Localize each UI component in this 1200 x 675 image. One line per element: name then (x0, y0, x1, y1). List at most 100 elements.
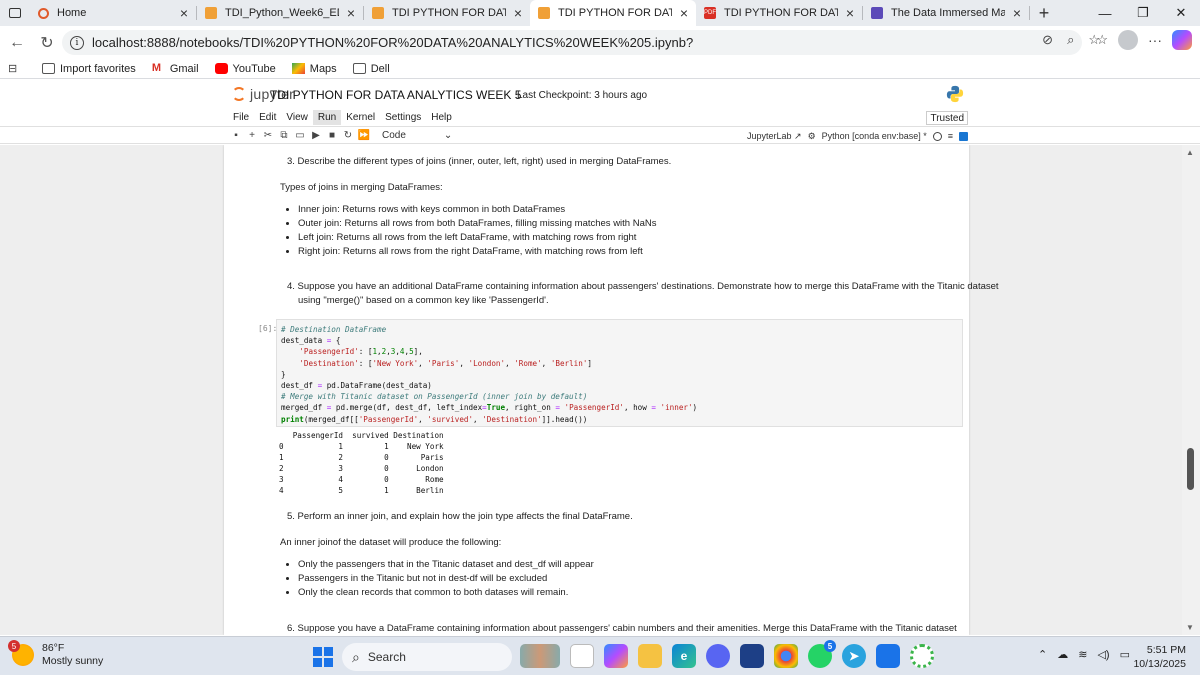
browser-tab-home[interactable]: Home × (30, 0, 196, 26)
notebook-favicon-icon (372, 7, 384, 19)
browser-tab-data-immersed[interactable]: The Data Immersed Main Su × (863, 0, 1029, 26)
temperature: 86°F (42, 642, 65, 654)
volume-icon[interactable]: ◁) (1097, 648, 1109, 661)
code-cell-editor[interactable]: # Destination DataFrame dest_data = { 'P… (276, 319, 963, 427)
scrollbar-thumb[interactable] (1187, 448, 1194, 490)
markdown-q6: 6. Suppose you have a DataFrame containi… (287, 623, 957, 634)
favorite-gmail[interactable]: M Gmail (152, 63, 199, 75)
save-icon[interactable]: ▪ (228, 130, 244, 141)
store-icon[interactable] (740, 644, 764, 668)
browser-tab-week5-pdf[interactable]: PDF TDI PYTHON FOR DATA ANA × (696, 0, 862, 26)
chrome-icon[interactable] (774, 644, 798, 668)
inner-join-list: Only the passengers that in the Titanic … (281, 558, 594, 600)
windows-taskbar: 5 86°F Mostly sunny ⌕ Search e 5 ➤ ⌃ ☁ ≋… (0, 636, 1200, 675)
jupyterlab-link[interactable]: JupyterLab ↗ (747, 131, 802, 142)
close-tab-icon[interactable]: × (347, 5, 355, 21)
menu-settings[interactable]: Settings (380, 110, 426, 125)
menu-edit[interactable]: Edit (254, 110, 281, 125)
tracking-icon[interactable]: ⊘ (1042, 32, 1053, 48)
start-button[interactable] (313, 647, 333, 667)
favorite-maps[interactable]: Maps (291, 63, 337, 75)
form-favicon-icon (871, 7, 883, 19)
clock[interactable]: 5:51 PM 10/13/2025 (1133, 643, 1186, 671)
run-icon[interactable]: ▶ (308, 130, 324, 141)
sidebar-toggle-icon[interactable]: ⊟ (8, 62, 22, 75)
twitter-icon[interactable] (876, 644, 900, 668)
edge-icon[interactable]: e (672, 644, 696, 668)
cut-icon[interactable]: ✂ (260, 130, 276, 141)
kernel-name[interactable]: Python [conda env:base] * (822, 131, 927, 141)
close-tab-icon[interactable]: × (1013, 5, 1021, 21)
scroll-down-icon[interactable]: ▼ (1186, 623, 1194, 632)
property-inspector-icon[interactable] (959, 131, 968, 141)
file-explorer-icon[interactable] (638, 644, 662, 668)
browser-right-controls: ☆ ··· (1096, 30, 1192, 50)
add-cell-icon[interactable]: + (244, 130, 260, 141)
bug-icon[interactable]: ⚙ (808, 131, 816, 142)
loading-app-icon[interactable] (910, 644, 934, 668)
refresh-button[interactable]: ↻ (32, 28, 62, 58)
notebook-title[interactable]: TDI PYTHON FOR DATA ANALYTICS WEEK 5 (270, 88, 521, 102)
system-tray: ⌃ ☁ ≋ ◁) ▭ (1038, 648, 1130, 661)
menu-file[interactable]: File (228, 110, 254, 125)
copy-icon[interactable]: ⧉ (276, 130, 292, 141)
close-tab-icon[interactable]: × (846, 5, 854, 21)
copilot-icon[interactable] (1172, 30, 1192, 50)
list-icon[interactable]: ≡ (948, 131, 953, 141)
favorites-icon[interactable]: ☆ (1096, 32, 1108, 48)
markdown-joins-heading: Types of joins in merging DataFrames: (280, 182, 443, 193)
browser-tab-week5-a[interactable]: TDI PYTHON FOR DATA ANA × (364, 0, 530, 26)
copilot-app-icon[interactable] (604, 644, 628, 668)
menu-view[interactable]: View (281, 110, 313, 125)
close-window-button[interactable]: ✕ (1162, 0, 1200, 26)
scroll-up-icon[interactable]: ▲ (1186, 148, 1194, 157)
stop-icon[interactable]: ■ (324, 130, 340, 141)
trusted-indicator[interactable]: Trusted (926, 111, 968, 125)
cloud-icon[interactable]: ☁ (1057, 648, 1068, 661)
telegram-icon[interactable]: ➤ (842, 644, 866, 668)
minimize-button[interactable]: — (1086, 0, 1124, 26)
discord-icon[interactable] (706, 644, 730, 668)
browser-tab-week5-active[interactable]: TDI PYTHON FOR DATA ANA × (530, 0, 696, 26)
wifi-icon[interactable]: ≋ (1078, 648, 1087, 661)
output-line: PassengerId survived Destination (279, 431, 444, 440)
chevron-up-icon[interactable]: ⌃ (1038, 648, 1047, 661)
paste-icon[interactable]: ▭ (292, 130, 308, 141)
menu-run[interactable]: Run (312, 109, 342, 125)
maps-icon (291, 63, 305, 74)
tab-actions-button[interactable] (0, 0, 30, 26)
cell-type-select[interactable]: Code ⌄ (382, 130, 452, 141)
profile-avatar[interactable] (1118, 30, 1138, 50)
restart-icon[interactable]: ↻ (340, 130, 356, 141)
whatsapp-icon[interactable]: 5 (808, 640, 836, 668)
list-item: Passengers in the Titanic but not in des… (298, 572, 594, 586)
close-tab-icon[interactable]: × (514, 5, 522, 21)
menu-kernel[interactable]: Kernel (341, 110, 380, 125)
widgets-icon[interactable] (520, 644, 560, 668)
vertical-scrollbar[interactable]: ▲ ▼ (1182, 145, 1200, 635)
favorite-youtube[interactable]: YouTube (214, 63, 276, 75)
close-tab-icon[interactable]: × (180, 5, 188, 21)
favorite-dell[interactable]: Dell (352, 63, 390, 75)
fast-forward-icon[interactable]: ⏩ (356, 130, 372, 141)
more-menu-icon[interactable]: ··· (1148, 32, 1162, 48)
address-bar[interactable]: i localhost:8888/notebooks/TDI%20PYTHON%… (62, 30, 1082, 55)
back-button[interactable]: ← (2, 28, 32, 58)
markdown-q5: 5. Perform an inner join, and explain ho… (287, 511, 633, 522)
favorite-import[interactable]: Import favorites (42, 63, 136, 75)
taskbar-search[interactable]: ⌕ Search (342, 643, 512, 671)
site-info-icon[interactable]: i (70, 35, 84, 50)
whatsapp-badge: 5 (824, 640, 836, 652)
close-tab-icon[interactable]: × (680, 5, 688, 21)
weather-widget[interactable]: 5 86°F Mostly sunny (8, 640, 103, 668)
menu-help[interactable]: Help (426, 110, 457, 125)
restore-button[interactable]: ❐ (1124, 0, 1162, 26)
new-tab-button[interactable]: + (1030, 0, 1058, 26)
url-text: localhost:8888/notebooks/TDI%20PYTHON%20… (92, 35, 694, 50)
output-line: 1 2 0 Paris (279, 453, 444, 463)
output-line: 3 4 0 Rome (279, 475, 444, 485)
zoom-icon[interactable]: ⌕ (1067, 32, 1074, 48)
battery-icon[interactable]: ▭ (1120, 648, 1130, 661)
browser-tab-eda[interactable]: TDI_Python_Week6_EDA (1) × (197, 0, 363, 26)
task-view-icon[interactable] (570, 644, 594, 668)
